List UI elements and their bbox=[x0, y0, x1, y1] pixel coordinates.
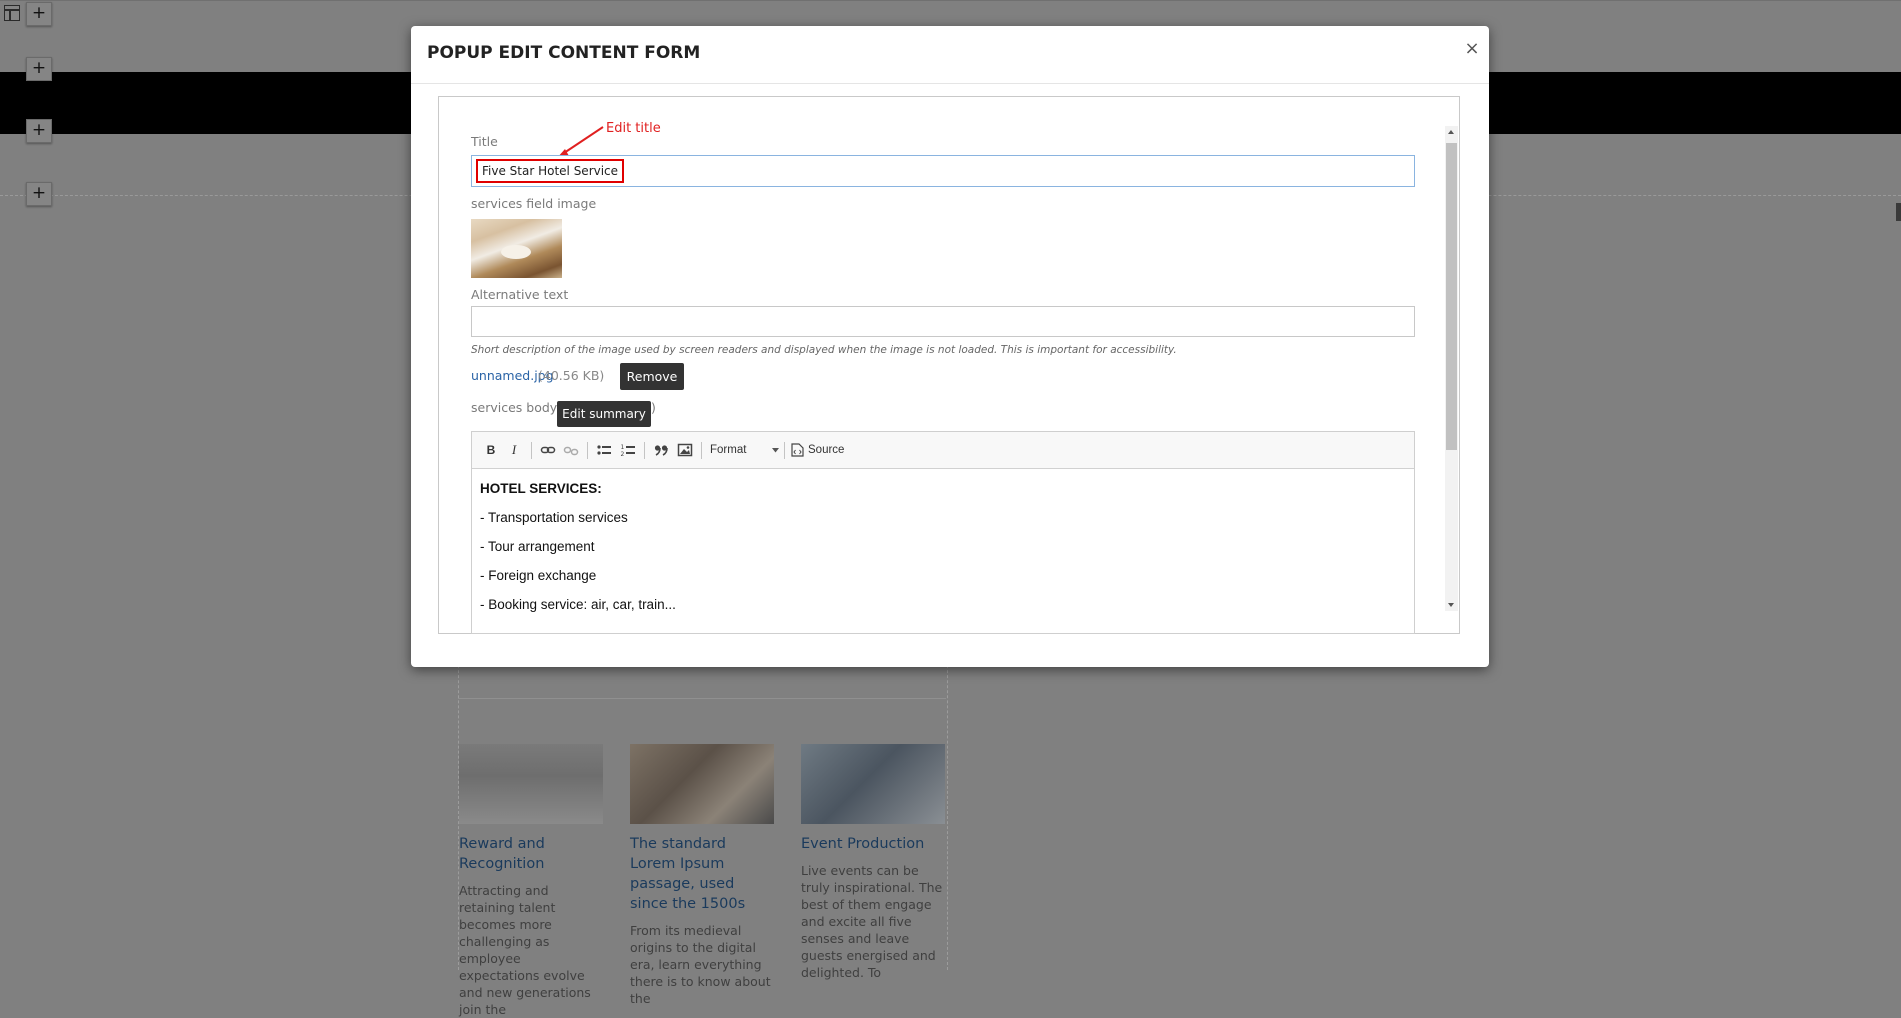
chevron-down-icon[interactable] bbox=[772, 448, 779, 453]
section-rule bbox=[458, 698, 946, 699]
card-image bbox=[801, 744, 945, 824]
card-text: Live events can be truly inspirational. … bbox=[801, 863, 943, 980]
add-block-button[interactable]: + bbox=[26, 57, 52, 81]
body-label-close: ) bbox=[651, 400, 656, 415]
service-card[interactable]: Reward and Recognition Attracting and re… bbox=[459, 744, 603, 1018]
card-title[interactable]: Event Production bbox=[801, 834, 945, 854]
bold-button[interactable]: B bbox=[484, 441, 498, 459]
image-field-label: services field image bbox=[471, 196, 597, 211]
source-button[interactable]: Source bbox=[808, 441, 852, 459]
remove-button[interactable]: Remove bbox=[620, 363, 684, 390]
card-title[interactable]: The standard Lorem Ipsum passage, used s… bbox=[630, 834, 774, 914]
title-input-value[interactable]: Five Star Hotel Service bbox=[476, 159, 625, 183]
svg-text:1: 1 bbox=[621, 444, 625, 451]
alt-text-input[interactable] bbox=[471, 306, 1415, 337]
add-block-button[interactable]: + bbox=[26, 182, 52, 206]
scroll-down-icon[interactable] bbox=[1445, 599, 1458, 611]
title-input[interactable]: Five Star Hotel Service bbox=[471, 155, 1415, 187]
format-dropdown[interactable]: Format bbox=[710, 441, 770, 459]
toolbar-separator bbox=[531, 442, 532, 459]
add-block-button[interactable]: + bbox=[26, 119, 52, 143]
blockquote-icon[interactable] bbox=[653, 442, 669, 458]
bulleted-list-icon[interactable] bbox=[596, 442, 612, 458]
editor-line: - Booking service: air, car, train... bbox=[480, 597, 676, 612]
card-text: From its medieval origins to the digital… bbox=[630, 923, 771, 1006]
source-icon[interactable] bbox=[791, 443, 804, 457]
image-icon[interactable] bbox=[677, 442, 693, 458]
layout-icon[interactable] bbox=[4, 5, 20, 21]
card-image bbox=[630, 744, 774, 824]
card-image bbox=[459, 744, 603, 824]
edit-title-annotation: Edit title bbox=[606, 121, 661, 136]
scroll-up-icon[interactable] bbox=[1445, 126, 1458, 138]
editor-line: - Transportation services bbox=[480, 510, 628, 525]
edit-content-modal: POPUP EDIT CONTENT FORM × Title Edit tit… bbox=[411, 26, 1489, 667]
title-label: Title bbox=[471, 134, 498, 149]
italic-button[interactable]: I bbox=[507, 441, 521, 459]
editor-toolbar: B I 1 2 Format Source bbox=[472, 432, 1414, 469]
card-text: Attracting and retaining talent becomes … bbox=[459, 883, 591, 1017]
unlink-icon[interactable] bbox=[563, 442, 579, 458]
form-scrollbar[interactable] bbox=[1445, 126, 1458, 611]
numbered-list-icon[interactable]: 1 2 bbox=[620, 442, 636, 458]
svg-text:2: 2 bbox=[621, 451, 625, 458]
image-thumbnail[interactable] bbox=[471, 219, 562, 278]
toolbar-separator bbox=[701, 442, 702, 459]
edit-summary-button[interactable]: Edit summary bbox=[557, 401, 651, 427]
editor-content[interactable]: HOTEL SERVICES: - Transportation service… bbox=[480, 480, 1400, 625]
body-label: services body ( bbox=[471, 400, 567, 415]
editor-line: - Tour arrangement bbox=[480, 539, 595, 554]
top-divider bbox=[0, 0, 1901, 1]
file-size: (40.56 KB) bbox=[538, 368, 605, 383]
side-toggle-tab[interactable] bbox=[1896, 203, 1901, 221]
toolbar-separator bbox=[587, 442, 588, 459]
link-icon[interactable] bbox=[540, 442, 556, 458]
toolbar-separator bbox=[784, 442, 785, 459]
scroll-thumb[interactable] bbox=[1446, 143, 1457, 450]
add-block-button[interactable]: + bbox=[26, 2, 52, 26]
editor-line: - Foreign exchange bbox=[480, 568, 597, 583]
rich-text-editor[interactable]: B I 1 2 Format Source HOTEL SERVICES: - … bbox=[471, 431, 1415, 634]
modal-title: POPUP EDIT CONTENT FORM bbox=[427, 43, 701, 63]
close-icon[interactable]: × bbox=[1463, 38, 1481, 60]
editor-line: HOTEL SERVICES: bbox=[480, 481, 602, 496]
thumbnail-detail bbox=[501, 245, 531, 259]
toolbar-separator bbox=[644, 442, 645, 459]
modal-header: POPUP EDIT CONTENT FORM × bbox=[411, 26, 1489, 84]
alt-text-help: Short description of the image used by s… bbox=[471, 344, 1177, 356]
alt-text-label: Alternative text bbox=[471, 287, 569, 302]
card-title[interactable]: Reward and Recognition bbox=[459, 834, 603, 874]
service-card[interactable]: Event Production Live events can be trul… bbox=[801, 744, 945, 981]
